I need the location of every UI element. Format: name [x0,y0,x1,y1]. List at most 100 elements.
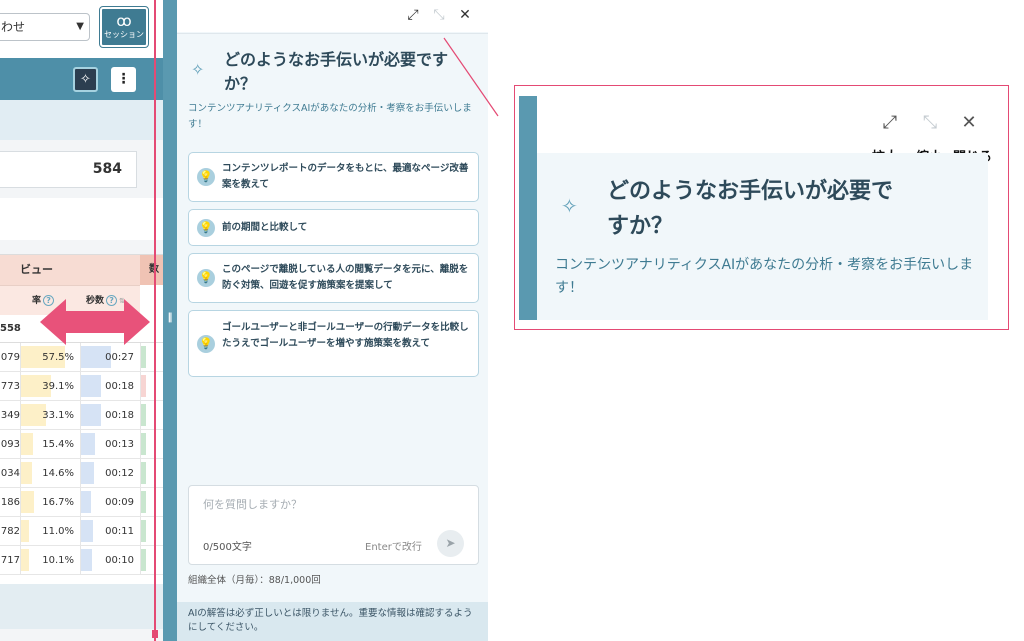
table-row[interactable]: 717 10.1% 00:10 [0,546,163,575]
disclaimer: AIの解答は必ず正しいとは限りません。重要な情報は確認するようにしてください。 [177,602,488,641]
indicator-bar [141,375,146,397]
suggestion-item[interactable]: 💡 このページで離脱している人の閲覧データを元に、離脱を防ぐ対策、回遊を促す施策… [188,253,479,303]
indicator-cell [140,343,163,371]
time-value: 00:11 [105,526,134,537]
expand-icon: ⤢ [407,7,419,23]
callout-subtitle: コンテンツアナリティクスAIがあなたの分析・考察をお手伝いします！ [555,257,974,296]
rate-cell: 16.7% [20,488,80,516]
divider [177,33,488,34]
filter-select[interactable]: わせ ▼ [0,13,90,41]
callout-accent-bar [519,96,537,320]
indicator-cell [140,459,163,487]
session-button-label: セッション [104,30,144,39]
rate-bar [21,491,34,513]
time-bar [81,491,91,513]
section-band [0,100,163,140]
suggestion-text: コンテンツレポートのデータをもとに、最適なページ改善案を教えて [222,163,469,190]
time-value: 00:27 [105,352,134,363]
indicator-cell [140,372,163,400]
rate-value: 57.5% [42,352,74,363]
table-row[interactable]: 034 14.6% 00:12 [0,459,163,488]
char-counter: 0/500文字 [203,542,252,553]
send-icon: ➤ [445,536,456,550]
rate-value: 14.6% [42,468,74,479]
suggestion-item[interactable]: 💡 前の期間と比較して [188,209,479,246]
usage-quota: 組織全体（月毎）：88/1,000回 [188,575,321,586]
suggestion-text: ゴールユーザーと非ゴールユーザーの行動データを比較したうえでゴールユーザーを増や… [222,322,469,349]
close-icon: ✕ [961,112,977,133]
suggestion-text: 前の期間と比較して [222,222,308,233]
row-cell: 717 [0,555,20,566]
time-bar [81,404,101,426]
grip-icon: ‖ [167,312,173,323]
sparkle-icon: ✧ [561,194,578,218]
lightbulb-icon: 💡 [197,269,215,287]
send-button[interactable]: ➤ [437,530,464,557]
rate-cell: 11.0% [20,517,80,545]
table-group-header-right: 数 [140,255,163,285]
panel-titlebar: ⤢ ⤡ ✕ [177,0,488,32]
report-topbar: わせ ▼ ꝏ セッション [0,0,163,58]
indicator-bar [141,404,146,426]
rate-value: 11.0% [42,526,74,537]
table-group-header: ビュー [0,255,140,285]
indicator-bar [141,433,146,455]
rate-bar [21,520,29,542]
table-row[interactable]: 186 16.7% 00:09 [0,488,163,517]
close-button[interactable]: ✕ [455,5,475,25]
ai-assistant-button[interactable]: ✧ [73,67,98,92]
sparkle-icon: ✧ [80,72,91,87]
footsteps-icon: ꝏ [116,12,132,30]
time-cell: 00:09 [80,488,140,516]
greeting-subtitle: コンテンツアナリティクスAIがあなたの分析・考察をお手伝いします！ [188,103,472,130]
metric-card: 584 [0,151,137,188]
indicator-bar [141,491,146,513]
lightbulb-icon: 💡 [197,168,215,186]
question-input[interactable]: 何を質問しますか？ 0/500文字 Enterで改行 ➤ [188,485,479,565]
question-input-placeholder: 何を質問しますか？ [203,498,302,511]
enter-hint: Enterで改行 [365,542,422,553]
suggestion-item[interactable]: 💡 コンテンツレポートのデータをもとに、最適なページ改善案を教えて [188,152,479,202]
metric-value: 584 [92,161,122,177]
rate-value: 39.1% [42,381,74,392]
suggestion-text: このページで離脱している人の閲覧データを元に、離脱を防ぐ対策、回遊を促す施策案を… [222,264,469,291]
row-cell: 349 [0,410,20,421]
session-button[interactable]: ꝏ セッション [99,6,149,48]
time-bar [81,462,94,484]
shrink-icon: ⤡ [922,112,938,133]
rate-cell: 39.1% [20,372,80,400]
indicator-bar [141,462,146,484]
total-cell: 558 [0,323,21,334]
rate-cell: 57.5% [20,343,80,371]
time-value: 00:10 [105,555,134,566]
suggestion-item[interactable]: 💡 ゴールユーザーと非ゴールユーザーの行動データを比較したうえでゴールユーザーを… [188,310,479,377]
indicator-cell [140,517,163,545]
rate-value: 16.7% [42,497,74,508]
time-bar [81,375,101,397]
panel-resize-handle[interactable]: ‖ [163,0,177,641]
indicator-bar [141,520,146,542]
more-options-button[interactable]: ⋮ [111,67,136,92]
row-cell: 034 [0,468,20,479]
indicator-bar [141,346,146,368]
row-cell: 773 [0,381,20,392]
table-row[interactable]: 079 57.5% 00:27 [0,343,163,372]
time-bar [81,433,95,455]
table-row[interactable]: 773 39.1% 00:18 [0,372,163,401]
shrink-button[interactable]: ⤡ [429,5,449,25]
indicator-cell [140,401,163,429]
table-row[interactable]: 349 33.1% 00:18 [0,401,163,430]
sparkle-icon: ✧ [191,60,205,79]
zoom-callout: ⤢ ⤡ ✕ 拡大 縮小 閉じる ✧ どのようなお手伝いが必要ですか？ コンテンツ… [514,85,1009,330]
expand-button[interactable]: ⤢ [403,5,423,25]
time-cell: 00:11 [80,517,140,545]
chevron-down-icon: ▼ [76,21,84,32]
table-row[interactable]: 782 11.0% 00:11 [0,517,163,546]
highlight-line [154,0,156,641]
ai-chat-panel: ⤢ ⤡ ✕ ✧ どのようなお手伝いが必要ですか？ コンテンツアナリティクスAIが… [177,0,488,641]
table-row[interactable]: 093 15.4% 00:13 [0,430,163,459]
expand-icon: ⤢ [882,112,898,133]
row-cell: 079 [0,352,20,363]
rate-bar [21,462,32,484]
row-cell: 782 [0,526,20,537]
